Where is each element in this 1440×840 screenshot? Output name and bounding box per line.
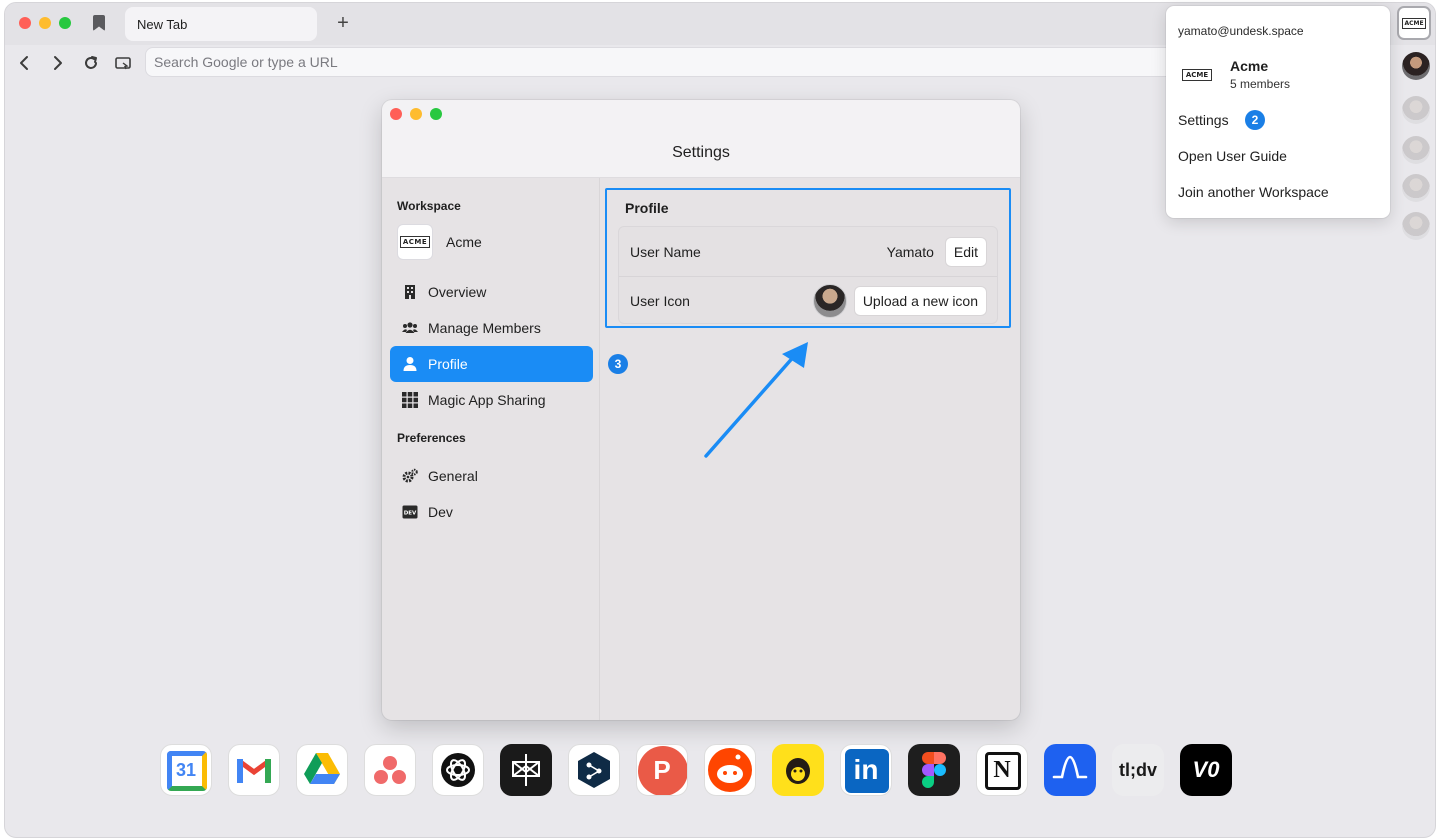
minimize-settings-button[interactable] [410,108,422,120]
sidebar-item-general[interactable]: General [390,458,593,494]
window-controls [19,17,71,29]
linkedin-icon[interactable]: in [840,744,892,796]
avatar[interactable] [1402,136,1430,164]
asana-icon[interactable] [364,744,416,796]
grid-icon [401,391,419,409]
annotation-arrow-icon [704,342,808,458]
user-icon-row: User Icon Upload a new icon [619,276,997,325]
user-icon [401,355,419,373]
perplexity-icon[interactable] [500,744,552,796]
menu-item-open-user-guide[interactable]: Open User Guide [1178,148,1287,164]
sidebar-item-label: Overview [428,284,487,300]
dropdown-workspace-members: 5 members [1230,77,1291,91]
sidebar-item-label: Manage Members [428,320,541,336]
gmail-icon[interactable] [228,744,280,796]
sidebar-item-manage-members[interactable]: Manage Members [390,310,593,346]
workspace-switcher-logo[interactable]: ACME [1397,6,1431,40]
user-name-row: User Name Yamato Edit [619,227,997,276]
settings-title: Settings [672,144,730,161]
svg-text:DEV: DEV [404,511,417,517]
sidebar-item-label: Dev [428,504,453,520]
avatar[interactable] [1402,52,1430,80]
sidebar-item-dev[interactable]: DEV Dev [390,494,593,530]
notion-icon[interactable]: N [976,744,1028,796]
menu-item-join-workspace[interactable]: Join another Workspace [1178,184,1329,200]
edit-user-name-button[interactable]: Edit [945,237,986,266]
acme-logo-text: ACME [399,236,431,248]
chatgpt-icon[interactable] [432,744,484,796]
settings-sidebar: Workspace ACME Acme Overview Manage Memb… [382,178,600,720]
acme-logo: ACME [397,224,433,260]
v0-icon[interactable]: V0 [1180,744,1232,796]
account-dropdown: yamato@undesk.space ACME Acme 5 members … [1166,6,1390,218]
app-dock: 31 P in N tl;dv V0 [160,744,1232,796]
google-drive-icon[interactable] [296,744,348,796]
maximize-settings-button[interactable] [430,108,442,120]
building-icon [401,283,419,301]
workspace-row: ACME Acme [397,224,482,260]
producthunt-icon[interactable]: P [636,744,688,796]
url-input[interactable] [145,47,1175,77]
menu-item-settings[interactable]: Settings [1178,112,1229,128]
acme-logo-text: ACME [1181,68,1213,81]
avatar[interactable] [1402,174,1430,202]
avatar[interactable] [1402,212,1430,240]
gears-icon [401,467,419,485]
upload-icon-button[interactable]: Upload a new icon [854,287,986,315]
google-calendar-icon[interactable]: 31 [160,744,212,796]
chevron-left-icon [20,56,28,70]
screen-share-icon [115,57,131,70]
cast-button[interactable] [111,51,135,75]
workspace-heading: Workspace [397,199,461,213]
reload-icon [85,56,97,69]
avatar [812,284,847,318]
sidebar-item-label: General [428,468,478,484]
settings-titlebar: Settings [382,100,1020,178]
workspace-name: Acme [446,234,482,250]
user-name-label: User Name [630,243,701,260]
dev-icon: DEV [401,503,419,521]
figma-icon[interactable] [908,744,960,796]
minimize-window-button[interactable] [39,17,51,29]
sidebar-item-label: Magic App Sharing [428,392,546,408]
acme-logo: ACME [1178,61,1216,89]
profile-card: User Name Yamato Edit User Icon Upload a… [618,226,998,324]
forward-button[interactable] [45,51,69,75]
dropdown-workspace[interactable]: ACME Acme 5 members [1178,58,1290,91]
reddit-icon[interactable] [704,744,756,796]
maximize-window-button[interactable] [59,17,71,29]
preferences-heading: Preferences [397,431,466,445]
close-settings-button[interactable] [390,108,402,120]
step-badge-3: 3 [608,354,628,374]
back-button[interactable] [13,51,37,75]
new-tab-button[interactable]: + [333,11,353,35]
user-name-value: Yamato [886,243,934,260]
step-badge-2: 2 [1245,110,1265,130]
close-window-button[interactable] [19,17,31,29]
amplitude-icon[interactable] [1044,744,1096,796]
deepl-icon[interactable] [568,744,620,796]
profile-title: Profile [625,200,669,216]
bookmark-icon[interactable] [93,15,105,31]
sidebar-item-profile[interactable]: Profile [390,346,593,382]
users-icon [401,319,419,337]
chevron-right-icon [54,56,62,70]
sidebar-item-label: Profile [428,356,468,372]
tab-new-tab[interactable]: New Tab [125,7,317,41]
account-email: yamato@undesk.space [1178,24,1304,38]
dropdown-workspace-name: Acme [1230,58,1269,74]
mailchimp-icon[interactable] [772,744,824,796]
reload-button[interactable] [79,51,103,75]
user-icon-label: User Icon [630,293,690,309]
tldv-icon[interactable]: tl;dv [1112,744,1164,796]
settings-window-controls [390,108,442,120]
sidebar-item-overview[interactable]: Overview [390,274,593,310]
avatar[interactable] [1402,96,1430,124]
sidebar-item-magic-app-sharing[interactable]: Magic App Sharing [390,382,593,418]
acme-logo-text: ACME [1402,17,1426,29]
